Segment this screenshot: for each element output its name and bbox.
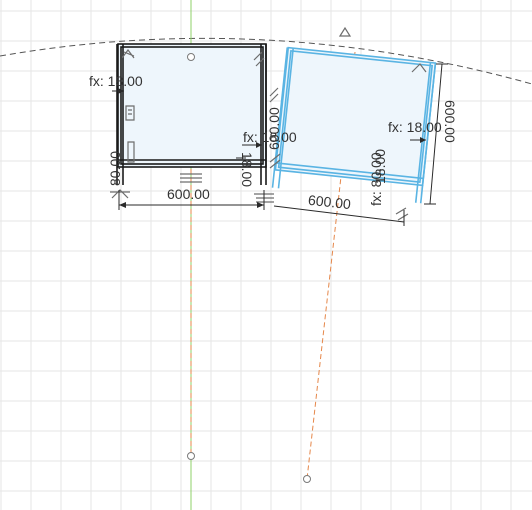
handle-top-left-center[interactable]	[187, 53, 195, 61]
dim-left-width[interactable]: 600.00	[167, 186, 210, 202]
sketch-canvas[interactable]: 600.00 600.00 fx: 18.00 80.00 fx: 18.00 …	[0, 0, 532, 510]
dim-left-thickness[interactable]: fx: 18.00	[89, 73, 143, 89]
dim-right-width[interactable]: 600.00	[307, 192, 351, 212]
dim-right-thickness[interactable]: fx: 18.00	[388, 119, 442, 135]
handle-bottom-rotated-center[interactable]	[303, 475, 311, 483]
dim-right-height[interactable]: 600.00	[442, 100, 458, 143]
dim-mid-thickness-b[interactable]: 18.00	[239, 152, 255, 187]
handle-bottom-left-center[interactable]	[187, 452, 195, 460]
dim-left-bottom-height[interactable]: 80.00	[107, 151, 123, 186]
dim-mid-height[interactable]: 600.00	[266, 107, 282, 150]
dim-right-bottom[interactable]: fx: 80.00	[368, 152, 384, 206]
